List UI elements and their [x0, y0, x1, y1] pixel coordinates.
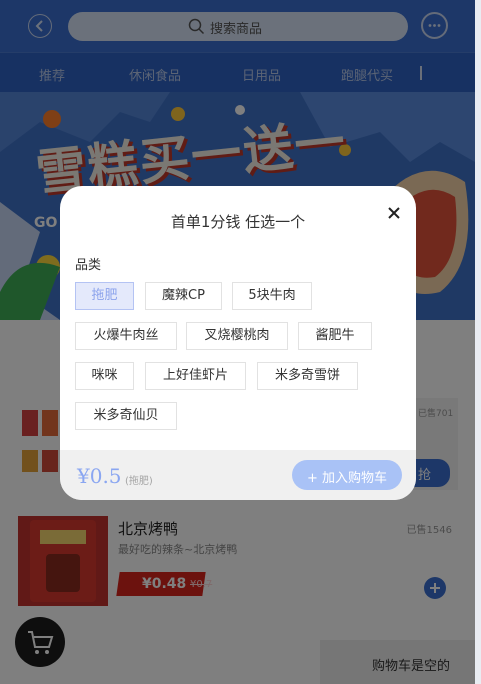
selected-price: ¥0.5: [77, 464, 122, 488]
add-to-cart-button[interactable]: + 加入购物车: [292, 460, 402, 490]
option-mimi[interactable]: 咪咪: [75, 362, 134, 390]
promo-selection-modal: 首单1分钱 任选一个 品类 拖肥 魔辣CP 5块牛肉 火爆牛肉丝 叉烧樱桃肉 酱…: [60, 186, 416, 500]
option-shanghaojia-xiapian[interactable]: 上好佳虾片: [145, 362, 246, 390]
option-jiang-feiniu[interactable]: 酱肥牛: [298, 322, 372, 350]
category-label: 品类: [75, 258, 102, 273]
option-miduoqi-xianbei[interactable]: 米多奇仙贝: [75, 402, 177, 430]
option-miduoqi-xuebing[interactable]: 米多奇雪饼: [257, 362, 358, 390]
modal-footer: ¥0.5 (拖肥) + 加入购物车: [60, 450, 416, 500]
modal-title: 首单1分钱 任选一个: [170, 213, 306, 231]
right-edge-strip: [475, 0, 481, 684]
option-wukuai-niurou[interactable]: 5块牛肉: [232, 282, 312, 310]
close-icon[interactable]: [382, 201, 406, 225]
selected-item-label: (拖肥): [125, 476, 153, 487]
option-huobao-niuroushi[interactable]: 火爆牛肉丝: [75, 322, 177, 350]
add-to-cart-label: + 加入购物车: [306, 471, 388, 486]
option-mola-cp[interactable]: 魔辣CP: [145, 282, 222, 310]
option-chashao-yingtaorou[interactable]: 叉烧樱桃肉: [186, 322, 288, 350]
option-tuofei[interactable]: 拖肥: [75, 282, 134, 310]
page: 搜索商品 推荐 休闲食品 日用品 跑腿代买: [0, 0, 475, 684]
